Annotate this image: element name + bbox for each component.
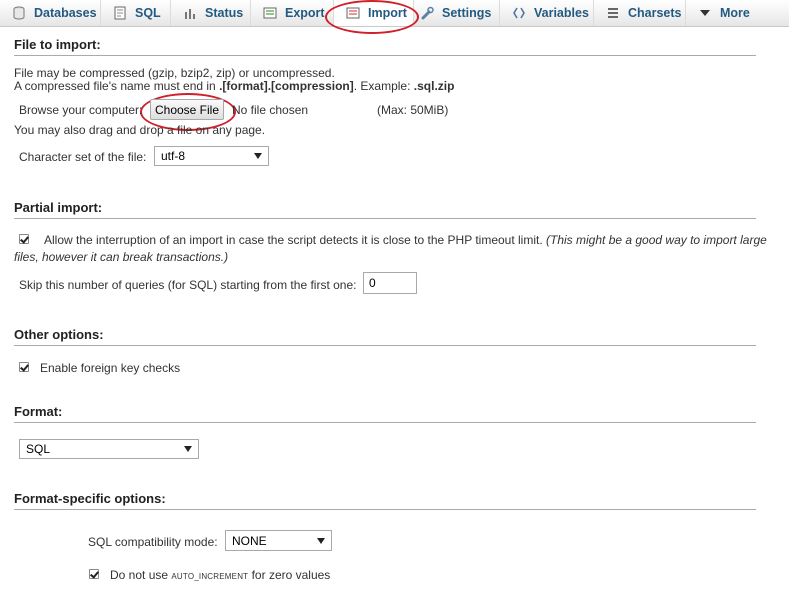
tab-more[interactable]: More: [686, 0, 789, 26]
filename-note: A compressed file's name must end in .[f…: [14, 79, 454, 93]
allow-interrupt-hint-1: (This might be a good way to import larg…: [546, 233, 767, 247]
format-specific-heading: Format-specific options:: [14, 491, 756, 510]
filename-note-prefix: A compressed file's name must end in: [14, 79, 220, 93]
tab-export-label: Export: [285, 6, 325, 20]
chevron-down-icon: [698, 6, 712, 20]
tab-variables[interactable]: Variables: [500, 0, 594, 26]
format-heading: Format:: [14, 404, 756, 423]
status-icon: [183, 6, 197, 20]
export-icon: [263, 6, 277, 20]
compat-mode-label: SQL compatibility mode:: [88, 535, 218, 549]
skip-queries-label: Skip this number of queries (for SQL) st…: [19, 278, 357, 292]
sql-icon: [113, 6, 127, 20]
charset-select[interactable]: utf-8: [154, 146, 269, 166]
tab-import-label: Import: [368, 6, 407, 20]
compat-mode-select[interactable]: NONE: [225, 530, 332, 551]
charset-select-value: utf-8: [161, 149, 186, 163]
format-dropdown-arrow-icon: [184, 446, 192, 452]
charset-label: Character set of the file:: [19, 150, 147, 164]
variables-icon: [512, 6, 526, 20]
tab-status[interactable]: Status: [171, 0, 251, 26]
tab-export[interactable]: Export: [251, 0, 334, 26]
charsets-icon: [606, 6, 620, 20]
tab-settings-label: Settings: [442, 6, 492, 20]
filename-format: .[format].[compression]: [219, 79, 354, 93]
choose-file-button[interactable]: Choose File: [150, 99, 224, 120]
wrench-icon: [420, 6, 434, 20]
partial-import-heading: Partial import:: [14, 200, 756, 219]
allow-interrupt-hint-2: files, however it can break transactions…: [14, 250, 229, 264]
allow-interrupt-checkbox[interactable]: [19, 234, 29, 244]
compat-mode-value: NONE: [232, 533, 267, 548]
allow-interrupt-line1: Allow the interruption of an import in c…: [44, 233, 767, 247]
tab-sql-label: SQL: [135, 6, 161, 20]
drag-drop-hint: You may also drag and drop a file on any…: [14, 123, 266, 137]
no-auto-increment-checkbox[interactable]: [89, 569, 99, 579]
max-size-text: (Max: 50MiB): [377, 103, 449, 117]
tab-databases-label: Databases: [34, 6, 97, 20]
database-icon: [12, 6, 26, 20]
other-options-heading: Other options:: [14, 327, 756, 346]
tab-settings[interactable]: Settings: [414, 0, 500, 26]
top-tab-bar: Databases SQL Status Export Import Setti…: [0, 0, 789, 27]
import-icon: [346, 6, 360, 20]
compat-dropdown-arrow-icon: [317, 537, 325, 544]
tab-databases[interactable]: Databases: [0, 0, 101, 26]
filename-note-mid: . Example:: [353, 79, 414, 93]
format-select[interactable]: SQL: [19, 439, 199, 459]
tab-import[interactable]: Import: [334, 0, 414, 26]
tab-charsets[interactable]: Charsets: [594, 0, 686, 26]
tab-more-label: More: [720, 6, 750, 20]
no-file-chosen-text: No file chosen: [232, 103, 309, 117]
browse-label: Browse your computer:: [19, 103, 143, 117]
tab-variables-label: Variables: [534, 6, 589, 20]
no-autoinc-prefix: Do not use: [110, 568, 172, 582]
tab-sql[interactable]: SQL: [101, 0, 171, 26]
tab-status-label: Status: [205, 6, 244, 20]
filename-example: .sql.zip: [413, 79, 455, 93]
no-auto-increment-label: Do not use AUTO_INCREMENT for zero value…: [110, 568, 330, 582]
auto-increment-code: AUTO_INCREMENT: [171, 572, 249, 581]
foreign-key-checkbox[interactable]: [19, 362, 29, 372]
allow-interrupt-label: Allow the interruption of an import in c…: [44, 233, 543, 247]
charset-dropdown-arrow-icon: [254, 153, 262, 159]
tab-charsets-label: Charsets: [628, 6, 682, 20]
skip-queries-input[interactable]: 0: [363, 272, 417, 294]
foreign-key-label: Enable foreign key checks: [40, 361, 181, 375]
file-to-import-heading: File to import:: [14, 37, 756, 56]
no-autoinc-suffix: for zero values: [248, 568, 331, 582]
format-select-value: SQL: [26, 442, 51, 456]
compression-note: File may be compressed (gzip, bzip2, zip…: [14, 66, 335, 80]
